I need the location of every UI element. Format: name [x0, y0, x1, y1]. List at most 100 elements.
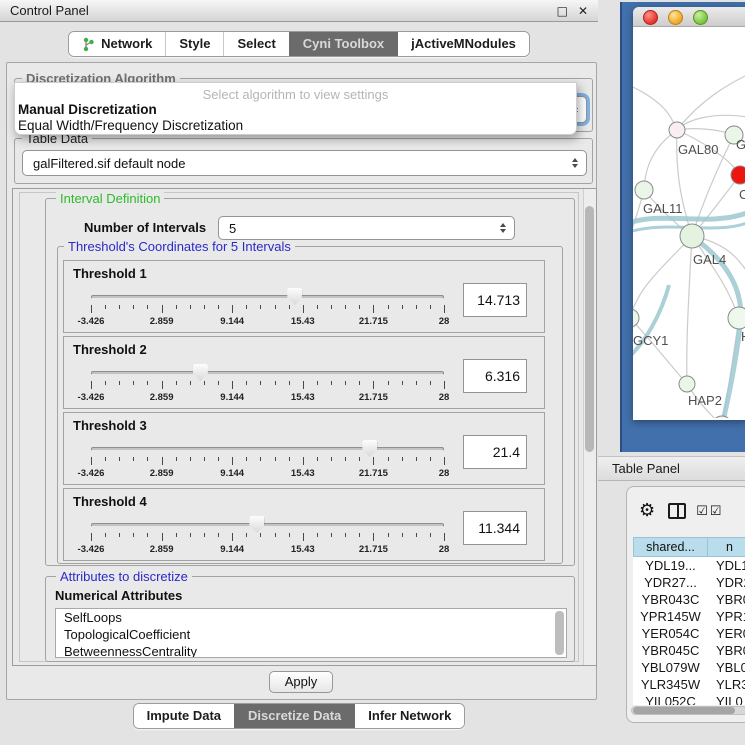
- slider-track[interactable]: [91, 295, 444, 299]
- node-label: GAL11: [643, 201, 683, 216]
- network-view-window[interactable]: GAL80GAL11GAL4GCY1HHAP2GAC: [633, 7, 745, 420]
- algorithm-popup-prompt: Select algorithm to view settings: [15, 87, 576, 102]
- threshold-value-box[interactable]: 21.4: [463, 435, 527, 469]
- network-node-hap2[interactable]: [679, 376, 695, 392]
- table-data-combobox[interactable]: galFiltered.sif default node: [22, 150, 587, 176]
- tab-jactivemnodules[interactable]: jActiveMNodules: [397, 32, 529, 56]
- table-row[interactable]: YDL19...YDL1: [633, 557, 745, 574]
- close-panel-icon[interactable]: ✕: [578, 5, 588, 17]
- node-label-partial: GA: [736, 137, 745, 152]
- threshold-value-box[interactable]: 11.344: [463, 511, 527, 545]
- slider-thumb[interactable]: [287, 288, 302, 305]
- attribute-item[interactable]: SelfLoops: [56, 609, 566, 626]
- tab-network[interactable]: Network: [69, 32, 165, 56]
- column-header-name[interactable]: n: [708, 537, 745, 557]
- attr-items: SelfLoopsTopologicalCoefficientBetweenne…: [56, 609, 566, 658]
- tab-label: jActiveMNodules: [411, 32, 516, 56]
- right-column: GAL80GAL11GAL4GCY1HHAP2GAC Table Panel ⚙…: [598, 0, 745, 745]
- tab-label: Cyni Toolbox: [303, 32, 384, 56]
- tab-label: Infer Network: [368, 704, 451, 728]
- attribute-item[interactable]: BetweennessCentrality: [56, 643, 566, 658]
- attribute-item[interactable]: TopologicalCoefficient: [56, 626, 566, 643]
- network-node[interactable]: [712, 416, 732, 418]
- table-panel-container: ⚙ ☑ ☑ shared... n YDL19...YDL1YDR27...YD…: [626, 486, 745, 723]
- control-panel-title: Control Panel: [10, 3, 547, 18]
- numerical-attributes-list[interactable]: SelfLoopsTopologicalCoefficientBetweenne…: [55, 608, 567, 658]
- node-table-header: shared... n: [633, 537, 745, 557]
- slider-thumb[interactable]: [193, 364, 208, 381]
- apply-button[interactable]: Apply: [269, 671, 333, 693]
- node-table-rows: YDL19...YDL1YDR27...YDR2YBR043CYBR0YPR14…: [633, 557, 745, 705]
- table-cell: YBR0: [708, 642, 745, 659]
- node-table: shared... n YDL19...YDL1YDR27...YDR2YBR0…: [633, 537, 745, 705]
- slider-track[interactable]: [91, 371, 444, 375]
- slider-track[interactable]: [91, 523, 444, 527]
- attributes-group-label: Attributes to discretize: [56, 570, 192, 583]
- threshold-label: Threshold 3: [73, 418, 147, 433]
- algorithm-dropdown-popup: Select algorithm to view settings Manual…: [14, 82, 577, 135]
- tab-infer-network[interactable]: Infer Network: [354, 704, 464, 728]
- algorithm-option[interactable]: Manual Discretization: [15, 102, 576, 118]
- threshold-value-box[interactable]: 14.713: [463, 283, 527, 317]
- table-row[interactable]: YDR27...YDR2: [633, 574, 745, 591]
- node-label: H: [741, 329, 745, 344]
- tab-select[interactable]: Select: [223, 32, 288, 56]
- attributes-scrollbar-thumb[interactable]: [555, 611, 564, 655]
- tab-label: Impute Data: [147, 704, 221, 728]
- tab-discretize-data[interactable]: Discretize Data: [234, 704, 354, 728]
- float-window-icon[interactable]: □: [557, 5, 568, 17]
- settings-scrollbar-thumb[interactable]: [585, 206, 594, 452]
- table-cell: YBL0: [708, 659, 745, 676]
- node-label: HAP2: [688, 393, 722, 408]
- table-row[interactable]: YPR145WYPR1: [633, 608, 745, 625]
- mac-close-button[interactable]: [643, 10, 658, 25]
- threshold-label: Threshold 1: [73, 266, 147, 281]
- network-node-gal80[interactable]: [669, 122, 685, 138]
- checkbox-icon[interactable]: ☑: [710, 505, 722, 518]
- top-tab-bar-wrap: NetworkStyleSelect Cyni Toolbox jActiveMNo…: [0, 31, 598, 57]
- column-header-shared-name[interactable]: shared...: [633, 537, 708, 557]
- network-desktop: GAL80GAL11GAL4GCY1HHAP2GAC: [620, 2, 745, 452]
- table-row[interactable]: YIL052CYIL0: [633, 693, 745, 705]
- table-row[interactable]: YLR345WYLR3: [633, 676, 745, 693]
- table-horizontal-scrollbar[interactable]: [631, 706, 745, 715]
- mac-minimize-button[interactable]: [668, 10, 683, 25]
- network-node[interactable]: [731, 166, 745, 184]
- table-hscrollbar-thumb[interactable]: [633, 707, 735, 714]
- table-cell: YDR2: [708, 574, 745, 591]
- checkbox-icon[interactable]: ☑: [696, 505, 708, 518]
- table-row[interactable]: YBR045CYBR0: [633, 642, 745, 659]
- slider-thumb[interactable]: [362, 440, 377, 457]
- network-canvas[interactable]: GAL80GAL11GAL4GCY1HHAP2GAC: [633, 27, 745, 418]
- gear-icon[interactable]: ⚙: [639, 502, 655, 520]
- slider-scale-labels: -3.4262.8599.14415.4321.71528: [91, 316, 444, 327]
- network-node-gal11[interactable]: [635, 181, 653, 199]
- table-cell: YER0: [708, 625, 745, 642]
- table-row[interactable]: YBR043CYBR0: [633, 591, 745, 608]
- tab-style[interactable]: Style: [165, 32, 223, 56]
- num-intervals-combobox[interactable]: 5: [218, 216, 515, 240]
- threshold-value-box[interactable]: 6.316: [463, 359, 527, 393]
- table-cell: YPR1: [708, 608, 745, 625]
- control-panel-titlebar: Control Panel □ ✕: [0, 0, 598, 22]
- threshold-box: Threshold 4 -3.4262.8599.14415.4321.7152…: [63, 488, 545, 561]
- table-cell: YLR345W: [633, 676, 708, 693]
- split-table-icon[interactable]: [668, 503, 686, 519]
- table-panel-toolbar: ⚙ ☑ ☑: [627, 497, 745, 525]
- network-node-gal4[interactable]: [680, 224, 704, 248]
- algorithm-option[interactable]: Equal Width/Frequency Discretization: [15, 118, 576, 134]
- slider-ticks: [91, 457, 444, 467]
- slider-thumb[interactable]: [249, 516, 264, 533]
- mac-zoom-button[interactable]: [693, 10, 708, 25]
- network-node-gcy1[interactable]: [633, 309, 639, 327]
- node-label: GCY1: [633, 333, 668, 348]
- table-panel-titlebar: Table Panel: [598, 456, 745, 481]
- table-row[interactable]: YBL079WYBL0: [633, 659, 745, 676]
- network-node-h[interactable]: [728, 307, 745, 329]
- tab-impute-data[interactable]: Impute Data: [134, 704, 234, 728]
- slider-track[interactable]: [91, 447, 444, 451]
- table-cell: YLR3: [708, 676, 745, 693]
- slider-scale-labels: -3.4262.8599.14415.4321.71528: [91, 392, 444, 403]
- tab-cyni-toolbox[interactable]: Cyni Toolbox: [289, 32, 397, 56]
- table-row[interactable]: YER054CYER0: [633, 625, 745, 642]
